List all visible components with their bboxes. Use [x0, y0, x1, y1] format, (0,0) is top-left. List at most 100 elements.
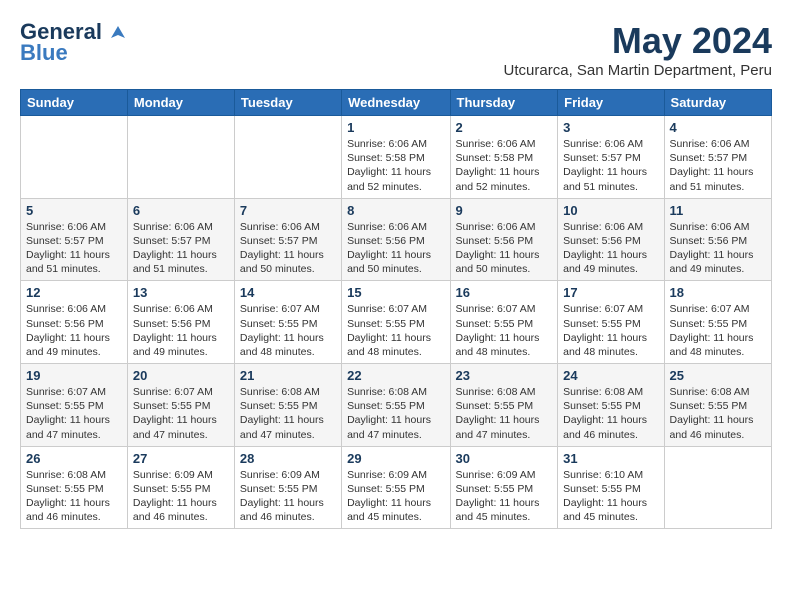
day-number: 4	[670, 120, 766, 135]
day-info: Sunrise: 6:08 AMSunset: 5:55 PMDaylight:…	[347, 385, 444, 442]
day-number: 30	[456, 451, 553, 466]
day-number: 17	[563, 285, 658, 300]
day-cell: 2 Sunrise: 6:06 AMSunset: 5:58 PMDaylight…	[450, 116, 558, 199]
day-cell	[127, 116, 234, 199]
day-cell: 18 Sunrise: 6:07 AMSunset: 5:55 PMDayligh…	[664, 281, 771, 364]
logo-bird-icon	[109, 24, 127, 42]
day-cell: 10Sunrise: 6:06 AMSunset: 5:56 PMDayligh…	[558, 198, 664, 281]
weekday-header-row: SundayMondayTuesdayWednesdayThursdayFrid…	[21, 90, 772, 116]
weekday-header-thursday: Thursday	[450, 90, 558, 116]
day-info: Sunrise: 6:07 AMSunset: 5:55 PMDaylight:…	[670, 302, 766, 359]
day-number: 10	[563, 203, 658, 218]
day-info: Sunrise: 6:07 AMSunset: 5:55 PMDaylight:…	[563, 302, 658, 359]
day-number: 19	[26, 368, 122, 383]
day-info: Sunrise: 6:07 AMSunset: 5:55 PMDaylight:…	[456, 302, 553, 359]
day-cell: 17 Sunrise: 6:07 AMSunset: 5:55 PMDayligh…	[558, 281, 664, 364]
day-cell	[21, 116, 128, 199]
day-info: Sunrise: 6:06 AMSunset: 5:57 PMDaylight:…	[26, 220, 122, 277]
weekday-header-monday: Monday	[127, 90, 234, 116]
day-number: 9	[456, 203, 553, 218]
day-info: Sunrise: 6:06 AMSunset: 5:56 PMDaylight:…	[347, 220, 444, 277]
day-info: Sunrise: 6:09 AMSunset: 5:55 PMDaylight:…	[240, 468, 336, 525]
day-number: 8	[347, 203, 444, 218]
day-info: Sunrise: 6:06 AMSunset: 5:57 PMDaylight:…	[240, 220, 336, 277]
day-info: Sunrise: 6:08 AMSunset: 5:55 PMDaylight:…	[670, 385, 766, 442]
day-number: 21	[240, 368, 336, 383]
weekday-header-wednesday: Wednesday	[342, 90, 450, 116]
weekday-header-sunday: Sunday	[21, 90, 128, 116]
title-block: May 2024 Utcurarca, San Martin Departmen…	[504, 20, 772, 79]
day-cell: 12 Sunrise: 6:06 AMSunset: 5:56 PMDayligh…	[21, 281, 128, 364]
day-cell: 26Sunrise: 6:08 AMSunset: 5:55 PMDayligh…	[21, 446, 128, 529]
day-cell: 1 Sunrise: 6:06 AMSunset: 5:58 PMDaylight…	[342, 116, 450, 199]
day-number: 27	[133, 451, 229, 466]
day-cell: 29 Sunrise: 6:09 AMSunset: 5:55 PMDayligh…	[342, 446, 450, 529]
logo: General Blue	[20, 20, 127, 66]
day-cell: 9 Sunrise: 6:06 AMSunset: 5:56 PMDaylight…	[450, 198, 558, 281]
day-info: Sunrise: 6:06 AMSunset: 5:56 PMDaylight:…	[26, 302, 122, 359]
day-number: 13	[133, 285, 229, 300]
calendar-table: SundayMondayTuesdayWednesdayThursdayFrid…	[20, 89, 772, 529]
day-number: 11	[670, 203, 766, 218]
day-cell: 3 Sunrise: 6:06 AMSunset: 5:57 PMDaylight…	[558, 116, 664, 199]
day-cell	[234, 116, 341, 199]
day-info: Sunrise: 6:06 AMSunset: 5:58 PMDaylight:…	[456, 137, 553, 194]
day-number: 23	[456, 368, 553, 383]
day-cell: 22Sunrise: 6:08 AMSunset: 5:55 PMDayligh…	[342, 364, 450, 447]
week-row-1: 1 Sunrise: 6:06 AMSunset: 5:58 PMDaylight…	[21, 116, 772, 199]
day-number: 3	[563, 120, 658, 135]
day-cell: 27Sunrise: 6:09 AMSunset: 5:55 PMDayligh…	[127, 446, 234, 529]
day-cell: 15Sunrise: 6:07 AMSunset: 5:55 PMDayligh…	[342, 281, 450, 364]
day-cell: 30Sunrise: 6:09 AMSunset: 5:55 PMDayligh…	[450, 446, 558, 529]
weekday-header-tuesday: Tuesday	[234, 90, 341, 116]
day-cell: 24Sunrise: 6:08 AMSunset: 5:55 PMDayligh…	[558, 364, 664, 447]
page-header: General Blue May 2024 Utcurarca, San Mar…	[20, 20, 772, 79]
day-info: Sunrise: 6:06 AMSunset: 5:57 PMDaylight:…	[563, 137, 658, 194]
week-row-5: 26Sunrise: 6:08 AMSunset: 5:55 PMDayligh…	[21, 446, 772, 529]
day-cell: 6 Sunrise: 6:06 AMSunset: 5:57 PMDaylight…	[127, 198, 234, 281]
day-number: 20	[133, 368, 229, 383]
week-row-4: 19Sunrise: 6:07 AMSunset: 5:55 PMDayligh…	[21, 364, 772, 447]
day-info: Sunrise: 6:06 AMSunset: 5:56 PMDaylight:…	[133, 302, 229, 359]
day-cell: 7 Sunrise: 6:06 AMSunset: 5:57 PMDaylight…	[234, 198, 341, 281]
day-cell: 20Sunrise: 6:07 AMSunset: 5:55 PMDayligh…	[127, 364, 234, 447]
week-row-3: 12 Sunrise: 6:06 AMSunset: 5:56 PMDayligh…	[21, 281, 772, 364]
day-info: Sunrise: 6:06 AMSunset: 5:58 PMDaylight:…	[347, 137, 444, 194]
day-cell: 21 Sunrise: 6:08 AMSunset: 5:55 PMDayligh…	[234, 364, 341, 447]
day-number: 25	[670, 368, 766, 383]
day-info: Sunrise: 6:08 AMSunset: 5:55 PMDaylight:…	[456, 385, 553, 442]
month-title: May 2024	[504, 20, 772, 62]
location-subtitle: Utcurarca, San Martin Department, Peru	[504, 62, 772, 79]
day-info: Sunrise: 6:06 AMSunset: 5:56 PMDaylight:…	[670, 220, 766, 277]
day-number: 28	[240, 451, 336, 466]
day-info: Sunrise: 6:06 AMSunset: 5:56 PMDaylight:…	[456, 220, 553, 277]
day-number: 16	[456, 285, 553, 300]
day-info: Sunrise: 6:06 AMSunset: 5:57 PMDaylight:…	[133, 220, 229, 277]
day-info: Sunrise: 6:06 AMSunset: 5:57 PMDaylight:…	[670, 137, 766, 194]
day-number: 29	[347, 451, 444, 466]
day-info: Sunrise: 6:07 AMSunset: 5:55 PMDaylight:…	[347, 302, 444, 359]
day-cell: 23 Sunrise: 6:08 AMSunset: 5:55 PMDayligh…	[450, 364, 558, 447]
day-number: 18	[670, 285, 766, 300]
day-number: 2	[456, 120, 553, 135]
day-cell: 4 Sunrise: 6:06 AMSunset: 5:57 PMDaylight…	[664, 116, 771, 199]
day-number: 12	[26, 285, 122, 300]
day-info: Sunrise: 6:09 AMSunset: 5:55 PMDaylight:…	[347, 468, 444, 525]
day-number: 14	[240, 285, 336, 300]
logo-blue-text: Blue	[20, 40, 68, 66]
day-cell: 8 Sunrise: 6:06 AMSunset: 5:56 PMDaylight…	[342, 198, 450, 281]
day-number: 7	[240, 203, 336, 218]
day-cell: 25 Sunrise: 6:08 AMSunset: 5:55 PMDayligh…	[664, 364, 771, 447]
day-number: 1	[347, 120, 444, 135]
day-number: 6	[133, 203, 229, 218]
day-number: 5	[26, 203, 122, 218]
weekday-header-friday: Friday	[558, 90, 664, 116]
day-number: 26	[26, 451, 122, 466]
day-cell: 19Sunrise: 6:07 AMSunset: 5:55 PMDayligh…	[21, 364, 128, 447]
day-cell: 13 Sunrise: 6:06 AMSunset: 5:56 PMDayligh…	[127, 281, 234, 364]
day-cell: 14Sunrise: 6:07 AMSunset: 5:55 PMDayligh…	[234, 281, 341, 364]
day-info: Sunrise: 6:08 AMSunset: 5:55 PMDaylight:…	[240, 385, 336, 442]
day-cell	[664, 446, 771, 529]
day-cell: 5 Sunrise: 6:06 AMSunset: 5:57 PMDaylight…	[21, 198, 128, 281]
day-cell: 31Sunrise: 6:10 AMSunset: 5:55 PMDayligh…	[558, 446, 664, 529]
